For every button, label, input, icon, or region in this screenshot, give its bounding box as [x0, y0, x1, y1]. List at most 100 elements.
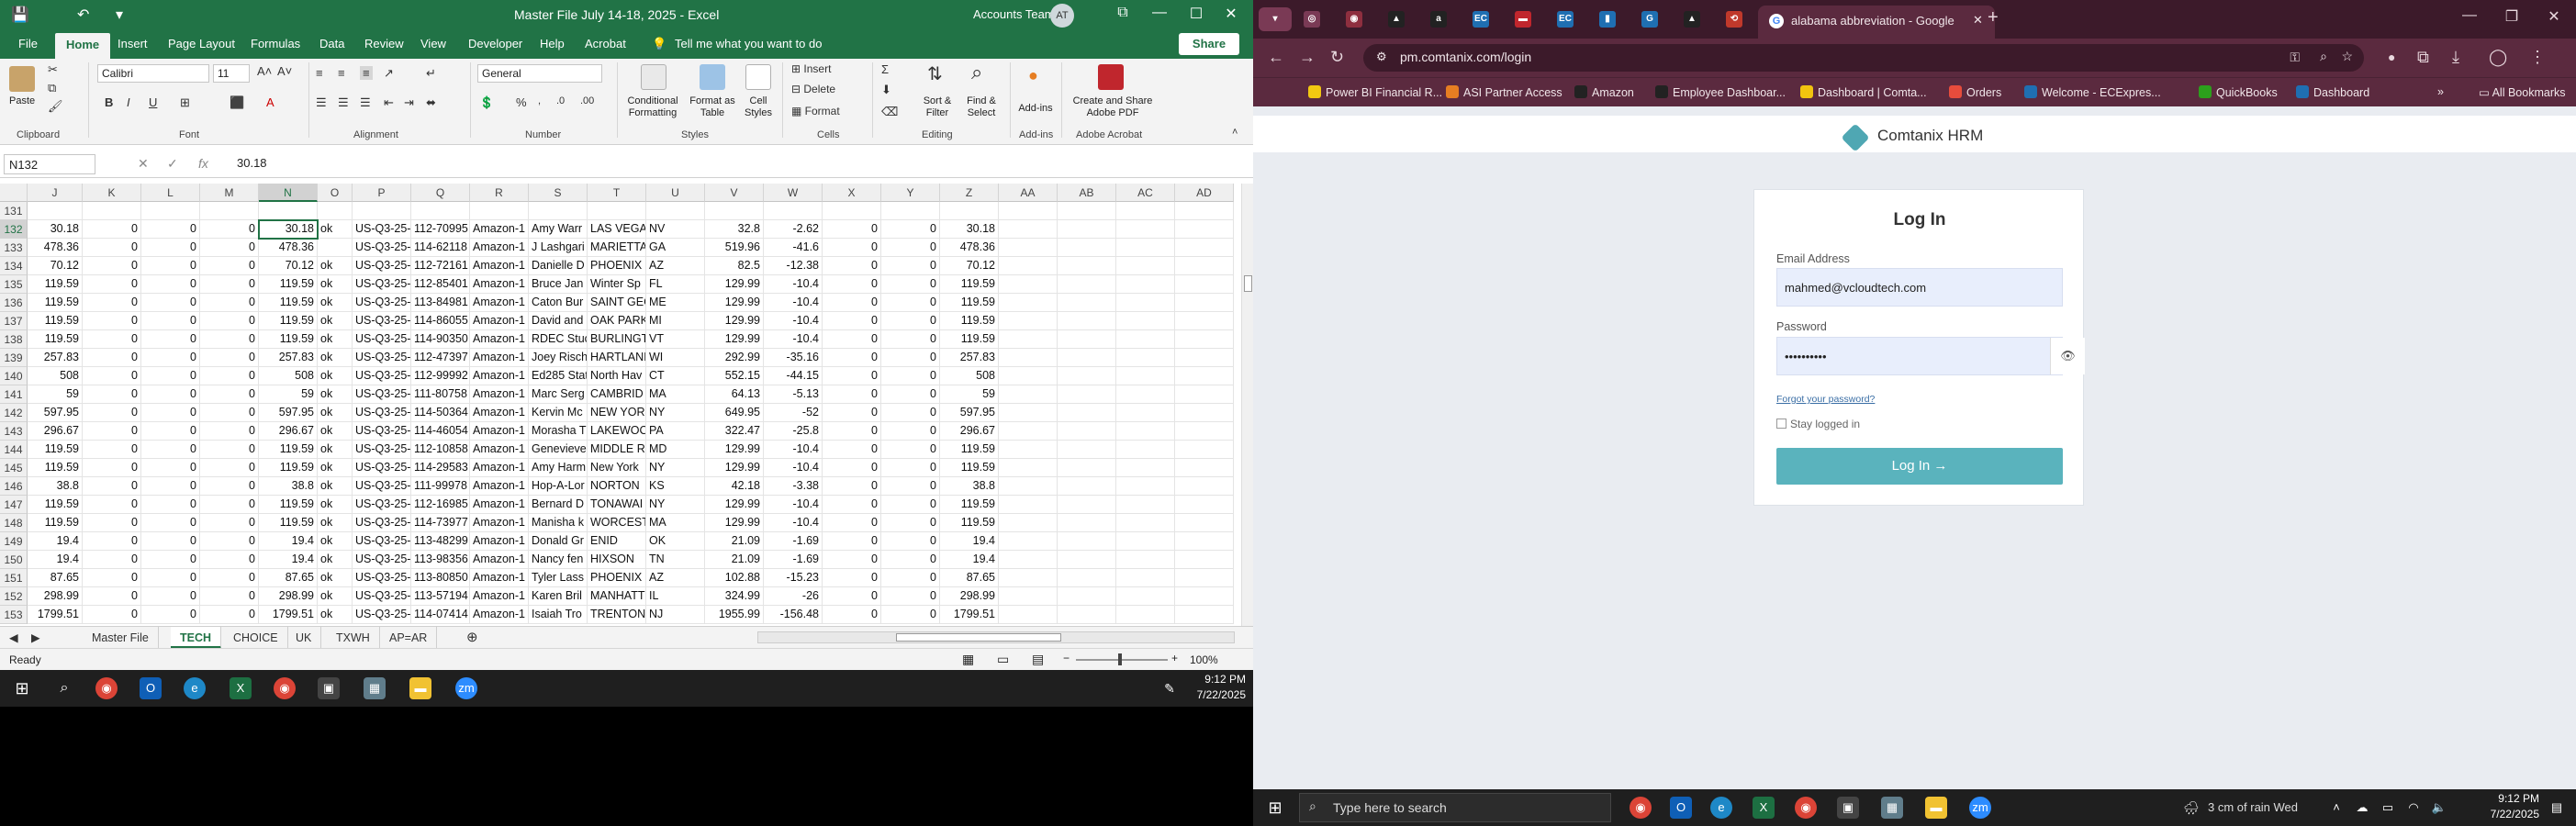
column-header-n[interactable]: N [259, 184, 318, 202]
cell-j145[interactable]: 119.59 [28, 459, 83, 477]
bookmarks-overflow-icon[interactable]: » [2437, 85, 2444, 98]
weather-text[interactable]: 3 cm of rain Wed [2208, 800, 2298, 814]
row-header[interactable]: 141 [0, 385, 28, 404]
cell-s137[interactable]: David and [529, 312, 588, 330]
cell-r141[interactable]: Amazon-1 [470, 385, 529, 404]
column-header-y[interactable]: Y [881, 184, 940, 202]
cell-y135[interactable]: 0 [881, 275, 940, 294]
scroll-thumb[interactable] [1244, 275, 1252, 292]
column-header-k[interactable]: K [83, 184, 141, 202]
cell-r144[interactable]: Amazon-1 [470, 441, 529, 459]
cell-q147[interactable]: 112-16985 [411, 496, 470, 514]
cell-ad146[interactable] [1175, 477, 1234, 496]
network-icon[interactable]: ▭ [2377, 797, 2399, 819]
cell-j135[interactable]: 119.59 [28, 275, 83, 294]
cell-s147[interactable]: Bernard D [529, 496, 588, 514]
zoom-in-icon[interactable]: + [1171, 652, 1178, 664]
cell-aa151[interactable] [999, 569, 1058, 587]
cell-m140[interactable]: 0 [200, 367, 259, 385]
cell-v131[interactable] [705, 202, 764, 220]
row-header[interactable]: 132 [0, 220, 28, 239]
cell-l147[interactable]: 0 [141, 496, 200, 514]
cell-q143[interactable]: 114-46054 [411, 422, 470, 441]
cell-j144[interactable]: 119.59 [28, 441, 83, 459]
cell-m136[interactable]: 0 [200, 294, 259, 312]
cell-q152[interactable]: 113-57194 [411, 587, 470, 606]
cell-y132[interactable]: 0 [881, 220, 940, 239]
cell-m137[interactable]: 0 [200, 312, 259, 330]
cell-q140[interactable]: 112-99992 [411, 367, 470, 385]
worksheet-grid[interactable]: J K L M N O P Q R S T U V W X Y Z AA AB AC AD 131 132 30.18 0 0 0 3… [0, 184, 1241, 626]
row-header[interactable]: 133 [0, 239, 28, 257]
cell-m132[interactable]: 0 [200, 220, 259, 239]
indent-icon[interactable]: ⇤ [384, 95, 394, 110]
chrome-icon[interactable]: ◉ [1795, 797, 1817, 819]
cell-x142[interactable]: 0 [823, 404, 881, 422]
collapse-ribbon-icon[interactable]: ˄ [1232, 127, 1238, 138]
cell-s138[interactable]: RDEC Stuc [529, 330, 588, 349]
row-header[interactable]: 147 [0, 496, 28, 514]
conditional-formatting-button[interactable]: Conditional Formatting [621, 95, 685, 119]
cell-s140[interactable]: Ed285 Stat [529, 367, 588, 385]
sort-filter-icon[interactable]: ⇅ [927, 62, 943, 85]
row-header[interactable]: 134 [0, 257, 28, 275]
cell-t150[interactable]: HIXSON [588, 551, 646, 569]
login-button[interactable]: Log In → [1776, 448, 2063, 485]
cell-l146[interactable]: 0 [141, 477, 200, 496]
align-bottom-icon[interactable]: ≡ [360, 66, 373, 80]
cell-o147[interactable]: ok [318, 496, 353, 514]
cell-n142[interactable]: 597.95 [259, 404, 318, 422]
cell-j149[interactable]: 19.4 [28, 532, 83, 551]
tab-file[interactable]: File [18, 37, 38, 50]
column-header-s[interactable]: S [529, 184, 588, 202]
cell-v147[interactable]: 129.99 [705, 496, 764, 514]
cell-s144[interactable]: Genevieve [529, 441, 588, 459]
cell-j150[interactable]: 19.4 [28, 551, 83, 569]
comma-icon[interactable]: , [538, 95, 541, 106]
cell-y144[interactable]: 0 [881, 441, 940, 459]
formula-input[interactable]: 30.18 [237, 156, 267, 170]
decrease-font-icon[interactable]: A˅ [277, 64, 292, 78]
cell-n145[interactable]: 119.59 [259, 459, 318, 477]
fill-icon[interactable]: ⬇ [881, 83, 891, 97]
bookmark-item[interactable]: Dashboard | Comta... [1800, 85, 1927, 99]
cell-q151[interactable]: 113-80850 [411, 569, 470, 587]
cell-aa144[interactable] [999, 441, 1058, 459]
cell-q131[interactable] [411, 202, 470, 220]
cell-aa142[interactable] [999, 404, 1058, 422]
cell-w133[interactable]: -41.6 [764, 239, 823, 257]
cell-y141[interactable]: 0 [881, 385, 940, 404]
cell-q142[interactable]: 114-50364 [411, 404, 470, 422]
cell-t133[interactable]: MARIETTA [588, 239, 646, 257]
cell-n139[interactable]: 257.83 [259, 349, 318, 367]
row-header[interactable]: 146 [0, 477, 28, 496]
column-header-l[interactable]: L [141, 184, 200, 202]
cell-w131[interactable] [764, 202, 823, 220]
password-field[interactable]: •••••••••• 👁 [1776, 337, 2085, 375]
cell-aa146[interactable] [999, 477, 1058, 496]
cell-s149[interactable]: Donald Gr [529, 532, 588, 551]
sort-filter-button[interactable]: Sort & Filter [916, 95, 958, 119]
cell-aa145[interactable] [999, 459, 1058, 477]
find-select-icon[interactable]: ⌕ [971, 61, 982, 84]
column-header-ad[interactable]: AD [1175, 184, 1234, 202]
cell-q141[interactable]: 111-80758 [411, 385, 470, 404]
cell-v152[interactable]: 324.99 [705, 587, 764, 606]
cell-q136[interactable]: 113-84981 [411, 294, 470, 312]
cell-s139[interactable]: Joey Risch [529, 349, 588, 367]
cell-z132[interactable]: 30.18 [940, 220, 999, 239]
row-header[interactable]: 138 [0, 330, 28, 349]
cell-o150[interactable]: ok [318, 551, 353, 569]
cell-u147[interactable]: NY [646, 496, 705, 514]
cell-ac132[interactable] [1116, 220, 1175, 239]
cell-w137[interactable]: -10.4 [764, 312, 823, 330]
tray-chevron-icon[interactable]: ˄ [2325, 797, 2347, 819]
cell-x135[interactable]: 0 [823, 275, 881, 294]
cell-w152[interactable]: -26 [764, 587, 823, 606]
cell-v132[interactable]: 32.8 [705, 220, 764, 239]
pinned-tab[interactable]: ▲ [1675, 7, 1708, 31]
cell-ab141[interactable] [1058, 385, 1116, 404]
cell-v139[interactable]: 292.99 [705, 349, 764, 367]
cell-t134[interactable]: PHOENIX [588, 257, 646, 275]
delete-cells-button[interactable]: ⊟ Delete [791, 83, 835, 95]
